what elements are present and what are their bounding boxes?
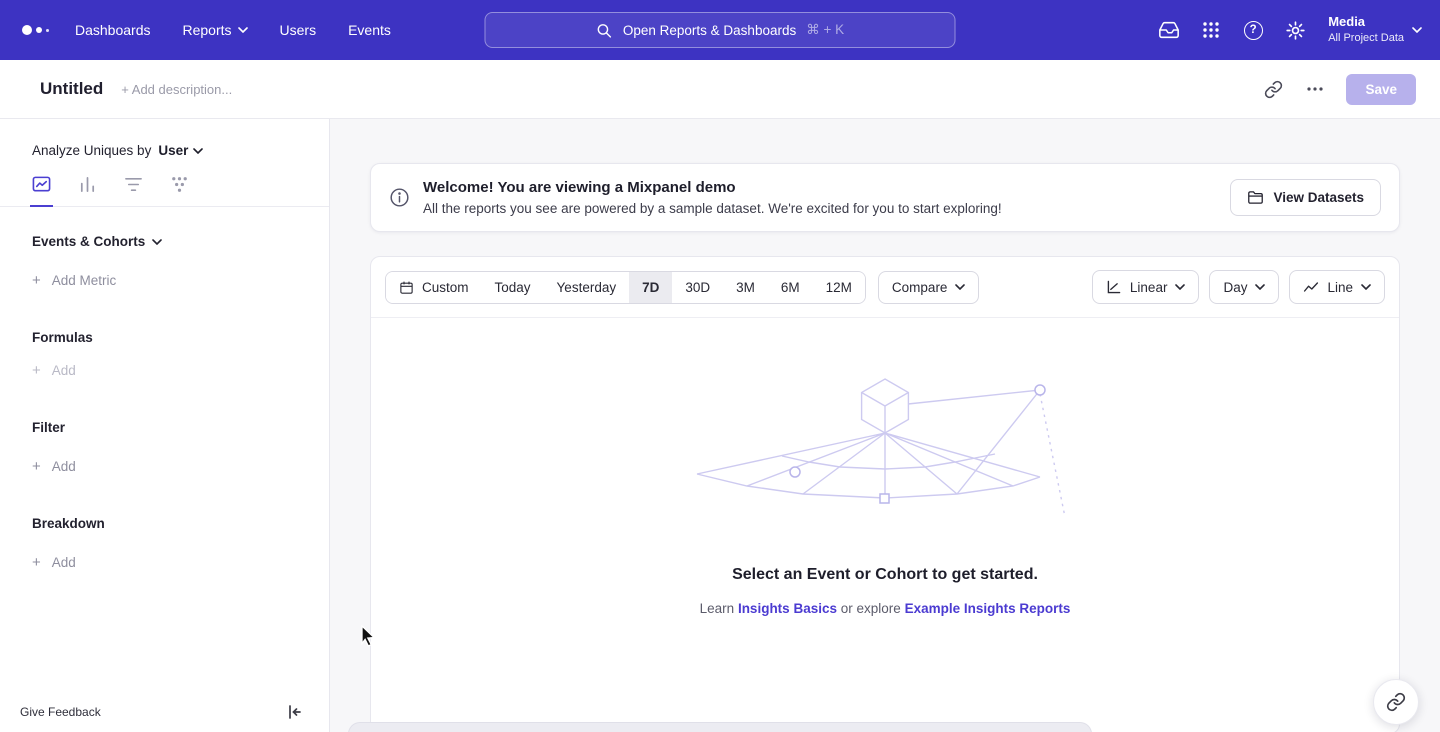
collapse-sidebar-icon[interactable] [287,704,303,720]
copy-link-icon[interactable] [1262,78,1284,100]
save-button[interactable]: Save [1346,74,1416,105]
visualization-tabs [0,175,329,207]
main-content: Welcome! You are viewing a Mixpanel demo… [330,119,1440,732]
sidebar-footer: Give Feedback [0,692,329,732]
calendar-icon [399,280,414,295]
range-12m[interactable]: 12M [813,272,865,303]
analyze-label: Analyze Uniques by [32,143,151,158]
nav-right-cluster: ? Media All Project Data [1156,14,1422,45]
chart-display-controls: Linear Day Line [1092,270,1385,304]
nav-dashboards[interactable]: Dashboards [59,0,167,60]
compare-button[interactable]: Compare [878,271,980,304]
mixpanel-logo[interactable] [18,25,59,35]
range-30d[interactable]: 30D [672,272,723,303]
banner-subtitle: All the reports you see are powered by a… [423,201,1002,216]
line-chart-icon [1303,279,1319,295]
settings-gear-icon[interactable] [1282,17,1308,43]
chevron-down-icon [1175,284,1185,290]
analyze-by-dropdown[interactable]: User [158,143,203,158]
empty-state-illustration [695,374,1075,524]
range-3m[interactable]: 3M [723,272,768,303]
empty-state-help-text: Learn Insights Basics or explore Example… [700,601,1071,616]
bottom-sheet-peek[interactable] [348,722,1092,732]
scale-dropdown[interactable]: Linear [1092,270,1200,304]
project-name: Media [1328,14,1404,31]
page-body: Analyze Uniques by User [0,119,1440,732]
mixpanel-app: Dashboards Reports Users Events Open Rep… [0,0,1440,732]
apps-grid-icon[interactable] [1198,17,1224,43]
tab-bar-chart[interactable] [76,175,99,206]
add-breakdown-button[interactable]: + Add [0,555,329,570]
range-6m[interactable]: 6M [768,272,813,303]
chart-type-dropdown[interactable]: Line [1289,270,1385,304]
interval-dropdown[interactable]: Day [1209,270,1279,304]
global-search-bar[interactable]: Open Reports & Dashboards ⌘ + K [485,12,956,48]
chevron-down-icon [1412,27,1422,33]
range-today[interactable]: Today [482,272,544,303]
linear-scale-icon [1106,279,1122,295]
chevron-down-icon [238,27,248,33]
search-shortcut: ⌘ + K [806,22,844,38]
tab-flows[interactable] [168,175,191,206]
query-builder-sidebar: Analyze Uniques by User [0,119,330,732]
flows-icon [170,175,189,194]
add-filter-button[interactable]: + Add [0,459,329,474]
filter-section-title: Filter [0,420,329,435]
insights-chart-card: Custom Today Yesterday 7D 30D 3M 6M 12M … [370,256,1400,732]
add-metric-button[interactable]: + Add Metric [0,273,329,288]
add-formula-button[interactable]: + Add [0,363,329,378]
tab-insights[interactable] [30,175,53,207]
breakdown-section-title: Breakdown [0,516,329,531]
more-options-icon[interactable] [1304,78,1326,100]
search-icon [596,22,613,39]
range-7d[interactable]: 7D [629,272,672,303]
view-datasets-button[interactable]: View Datasets [1230,179,1381,216]
messages-icon[interactable] [1156,17,1182,43]
banner-text: Welcome! You are viewing a Mixpanel demo… [423,179,1002,216]
chevron-down-icon [1361,284,1371,290]
nav-reports[interactable]: Reports [167,0,264,60]
formulas-section-title: Formulas [0,330,329,345]
project-subtitle: All Project Data [1328,31,1404,45]
chevron-down-icon [152,239,162,245]
analyze-row: Analyze Uniques by User [0,119,329,158]
link-icon [1386,692,1406,712]
date-range-segmented-control: Custom Today Yesterday 7D 30D 3M 6M 12M [385,271,866,304]
funnels-icon [124,175,143,194]
chevron-down-icon [193,148,203,154]
give-feedback-link[interactable]: Give Feedback [20,705,101,719]
empty-state-title: Select an Event or Cohort to get started… [732,566,1038,584]
tab-funnels[interactable] [122,175,145,206]
nav-events[interactable]: Events [332,0,407,60]
insights-basics-link[interactable]: Insights Basics [738,601,837,616]
logo-dot [36,27,42,33]
logo-dot [22,25,32,35]
bar-chart-icon [78,175,97,194]
example-insights-reports-link[interactable]: Example Insights Reports [905,601,1071,616]
chart-toolbar: Custom Today Yesterday 7D 30D 3M 6M 12M … [371,257,1399,318]
report-header-actions: Save [1262,74,1416,105]
logo-dot [46,29,49,32]
range-custom[interactable]: Custom [386,272,482,303]
folder-icon [1247,189,1264,206]
insights-icon [32,175,51,194]
events-cohorts-section[interactable]: Events & Cohorts [0,234,329,249]
range-yesterday[interactable]: Yesterday [544,272,630,303]
chevron-down-icon [1255,284,1265,290]
report-title[interactable]: Untitled [40,79,103,99]
search-placeholder: Open Reports & Dashboards [623,23,796,38]
project-switcher[interactable]: Media All Project Data [1324,14,1422,45]
top-navbar: Dashboards Reports Users Events Open Rep… [0,0,1440,60]
nav-users[interactable]: Users [264,0,333,60]
report-description-placeholder[interactable]: + Add description... [121,82,232,97]
share-link-fab[interactable] [1373,679,1419,725]
report-header: Untitled + Add description... Save [0,60,1440,119]
info-icon [389,187,410,208]
empty-state: Select an Event or Cohort to get started… [371,318,1399,616]
chevron-down-icon [955,284,965,290]
help-icon[interactable]: ? [1240,17,1266,43]
banner-title: Welcome! You are viewing a Mixpanel demo [423,179,1002,196]
demo-welcome-banner: Welcome! You are viewing a Mixpanel demo… [370,163,1400,232]
